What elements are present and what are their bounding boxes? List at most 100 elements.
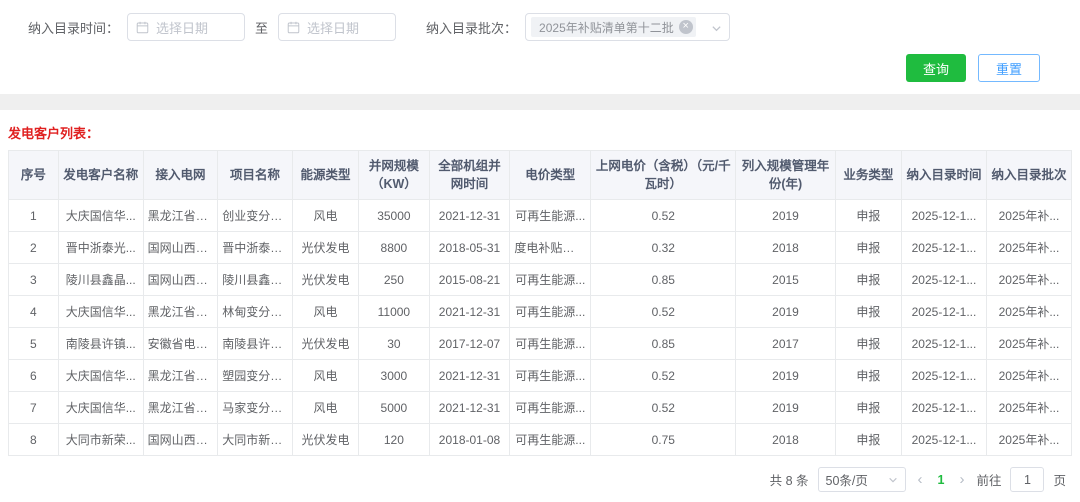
- table-cell: 8: [9, 424, 59, 456]
- table-header: 序号发电客户名称接入电网项目名称能源类型并网规模（KW）全部机组并网时间电价类型…: [9, 151, 1072, 200]
- table-cell: 风电: [292, 392, 358, 424]
- table-cell: 大庆国信华...: [58, 296, 143, 328]
- table-cell: 林甸变分散...: [218, 296, 293, 328]
- table-cell: 2025-12-1...: [902, 328, 987, 360]
- table-cell: 2025年补...: [986, 296, 1071, 328]
- date-start-input[interactable]: 选择日期: [127, 13, 245, 41]
- table-row[interactable]: 8大同市新荣...国网山西省...大同市新荣...光伏发电1202018-01-…: [9, 424, 1072, 456]
- table-cell: 0.85: [591, 264, 736, 296]
- table-header-cell: 全部机组并网时间: [429, 151, 510, 200]
- table-cell: 黑龙江省电...: [143, 360, 218, 392]
- tag-close-icon[interactable]: ×: [679, 20, 693, 34]
- table-header-cell: 纳入目录时间: [902, 151, 987, 200]
- table-cell: 2015-08-21: [429, 264, 510, 296]
- section-title: 发电客户列表：: [8, 116, 1072, 150]
- table-cell: 国网山西省...: [143, 424, 218, 456]
- table-cell: 3000: [359, 360, 429, 392]
- table-cell: 2025年补...: [986, 200, 1071, 232]
- table-cell: 申报: [835, 264, 901, 296]
- table-cell: 2025-12-1...: [902, 200, 987, 232]
- table-cell: 申报: [835, 328, 901, 360]
- table-cell: 可再生能源...: [510, 360, 591, 392]
- table-cell: 国网山西省...: [143, 264, 218, 296]
- calendar-icon: [287, 21, 300, 34]
- table-cell: 2025年补...: [986, 328, 1071, 360]
- table-cell: 申报: [835, 392, 901, 424]
- table-cell: 7: [9, 392, 59, 424]
- table-cell: 可再生能源...: [510, 296, 591, 328]
- table-cell: 0.52: [591, 392, 736, 424]
- page-size-value: 50条/页: [826, 470, 868, 489]
- date-start-placeholder: 选择日期: [156, 18, 208, 37]
- table-row[interactable]: 5南陵县许镇...安徽省电力...南陵县许镇...光伏发电302017-12-0…: [9, 328, 1072, 360]
- table-cell: 2: [9, 232, 59, 264]
- prev-page-button[interactable]: ‹: [915, 471, 926, 488]
- table-header-cell: 序号: [9, 151, 59, 200]
- table-header-cell: 纳入目录批次: [986, 151, 1071, 200]
- table-cell: 3: [9, 264, 59, 296]
- table-cell: 创业变分散...: [218, 200, 293, 232]
- table-cell: 申报: [835, 232, 901, 264]
- chevron-down-icon: [888, 475, 898, 485]
- reset-button[interactable]: 重置: [978, 54, 1040, 82]
- calendar-icon: [136, 21, 149, 34]
- table-header-cell: 上网电价（含税）（元/千瓦时）: [591, 151, 736, 200]
- table-header-cell: 并网规模（KW）: [359, 151, 429, 200]
- table-cell: 2025-12-1...: [902, 232, 987, 264]
- goto-page-input[interactable]: [1010, 467, 1044, 492]
- search-button[interactable]: 查询: [906, 54, 966, 82]
- table-header-cell: 电价类型: [510, 151, 591, 200]
- table-cell: 2017-12-07: [429, 328, 510, 360]
- table-header-cell: 业务类型: [835, 151, 901, 200]
- table-cell: 光伏发电: [292, 328, 358, 360]
- section-divider: [0, 94, 1080, 110]
- page-suffix-label: 页: [1053, 470, 1066, 489]
- table-cell: 风电: [292, 296, 358, 328]
- table-cell: 5: [9, 328, 59, 360]
- table-cell: 2018-01-08: [429, 424, 510, 456]
- table-cell: 5000: [359, 392, 429, 424]
- table-row[interactable]: 1大庆国信华...黑龙江省电...创业变分散...风电350002021-12-…: [9, 200, 1072, 232]
- table-cell: 250: [359, 264, 429, 296]
- table-cell: 大庆国信华...: [58, 392, 143, 424]
- table-row[interactable]: 2晋中浙泰光...国网山西省...晋中浙泰光...光伏发电88002018-05…: [9, 232, 1072, 264]
- batch-label: 纳入目录批次：: [426, 18, 517, 37]
- table-cell: 塑园变分散...: [218, 360, 293, 392]
- table-cell: 2025年补...: [986, 360, 1071, 392]
- table-row[interactable]: 3陵川县鑫晶...国网山西省...陵川县鑫晶...光伏发电2502015-08-…: [9, 264, 1072, 296]
- table-cell: 1: [9, 200, 59, 232]
- table-cell: 8800: [359, 232, 429, 264]
- table-row[interactable]: 7大庆国信华...黑龙江省电...马家变分散...风电50002021-12-3…: [9, 392, 1072, 424]
- date-range-label: 纳入目录时间：: [28, 18, 119, 37]
- next-page-button[interactable]: ›: [956, 471, 967, 488]
- table-row[interactable]: 4大庆国信华...黑龙江省电...林甸变分散...风电110002021-12-…: [9, 296, 1072, 328]
- table-cell: 2017: [736, 328, 835, 360]
- customer-table: 序号发电客户名称接入电网项目名称能源类型并网规模（KW）全部机组并网时间电价类型…: [8, 150, 1072, 456]
- filter-bar: 纳入目录时间： 选择日期 至 选择日期 纳入目录批次： 2025年补贴清单第十二…: [0, 0, 1080, 94]
- table-cell: 0.52: [591, 296, 736, 328]
- table-row[interactable]: 6大庆国信华...黑龙江省电...塑园变分散...风电30002021-12-3…: [9, 360, 1072, 392]
- table-cell: 陵川县鑫晶...: [58, 264, 143, 296]
- table-body: 1大庆国信华...黑龙江省电...创业变分散...风电350002021-12-…: [9, 200, 1072, 456]
- page-size-select[interactable]: 50条/页: [818, 467, 906, 492]
- table-cell: 南陵县许镇...: [218, 328, 293, 360]
- table-cell: 120: [359, 424, 429, 456]
- table-header-cell: 列入规模管理年份(年): [736, 151, 835, 200]
- table-cell: 陵川县鑫晶...: [218, 264, 293, 296]
- table-cell: 2019: [736, 360, 835, 392]
- date-end-input[interactable]: 选择日期: [278, 13, 396, 41]
- pagination: 共 8 条 50条/页 ‹ 1 › 前往 页: [8, 456, 1072, 502]
- table-cell: 可再生能源...: [510, 264, 591, 296]
- table-cell: 晋中浙泰光...: [218, 232, 293, 264]
- chevron-down-icon: [711, 22, 722, 37]
- table-header-cell: 能源类型: [292, 151, 358, 200]
- table-cell: 申报: [835, 296, 901, 328]
- table-cell: 0.52: [591, 200, 736, 232]
- current-page[interactable]: 1: [935, 473, 948, 487]
- table-cell: 2019: [736, 200, 835, 232]
- content-card: 发电客户列表： 序号发电客户名称接入电网项目名称能源类型并网规模（KW）全部机组…: [0, 110, 1080, 502]
- table-cell: 2025-12-1...: [902, 392, 987, 424]
- batch-select[interactable]: 2025年补贴清单第十二批 ×: [525, 13, 730, 41]
- date-end-placeholder: 选择日期: [307, 18, 359, 37]
- table-cell: 黑龙江省电...: [143, 200, 218, 232]
